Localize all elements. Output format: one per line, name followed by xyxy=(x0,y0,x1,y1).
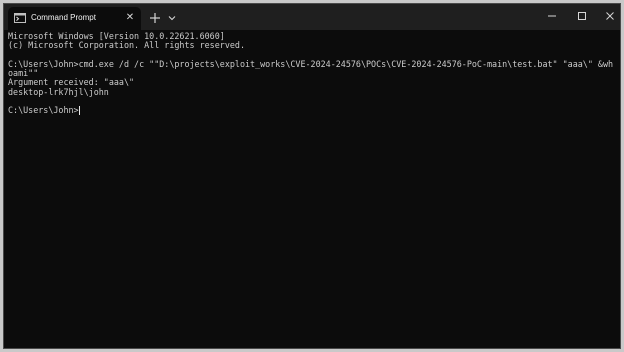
terminal-icon xyxy=(14,13,26,23)
prompt-line[interactable]: C:\Users\John> xyxy=(8,105,616,116)
console-line: (c) Microsoft Corporation. All rights re… xyxy=(8,40,245,51)
tab-title: Command Prompt xyxy=(31,13,96,22)
console-line: C:\Users\John>cmd.exe /d /c ""D:\project… xyxy=(8,58,614,69)
close-icon[interactable] xyxy=(603,9,617,23)
title-bar[interactable]: Command Prompt ✕ xyxy=(4,4,620,30)
console-output[interactable]: Microsoft Windows [Version 10.0.22621.60… xyxy=(8,31,616,344)
chevron-down-icon[interactable] xyxy=(167,13,177,23)
minimize-icon[interactable] xyxy=(545,9,559,23)
console-line: desktop-lrk7hjl\john xyxy=(8,86,109,97)
tab-command-prompt[interactable]: Command Prompt ✕ xyxy=(8,7,141,30)
plus-icon[interactable] xyxy=(148,11,162,25)
maximize-icon[interactable] xyxy=(575,9,589,23)
text-cursor xyxy=(78,106,80,116)
prompt-text: C:\Users\John> xyxy=(8,105,79,116)
command-prompt-window: Command Prompt ✕ Microsoft Windows [Vers… xyxy=(3,3,621,349)
close-icon[interactable]: ✕ xyxy=(124,12,136,24)
